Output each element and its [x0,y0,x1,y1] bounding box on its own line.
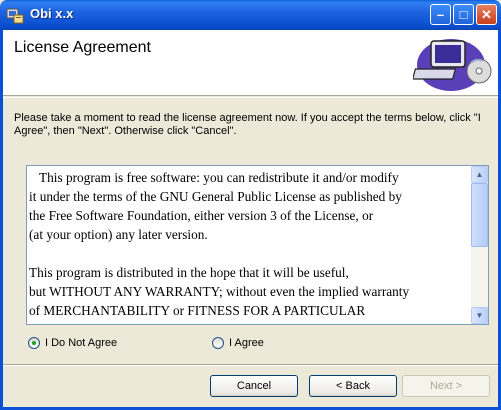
next-button[interactable]: Next > [402,375,490,397]
radio-label-agree[interactable]: I Agree [229,337,264,349]
scroll-up-arrow-icon[interactable]: ▲ [471,166,488,183]
button-separator [3,364,498,366]
computer-cd-icon [413,39,492,91]
radio-button[interactable] [28,337,40,349]
license-textbox[interactable]: This program is free software: you can r… [26,165,489,325]
scroll-down-arrow-icon[interactable]: ▼ [471,307,488,324]
maximize-button[interactable]: □ [453,4,474,25]
scroll-thumb[interactable] [471,183,488,247]
back-button[interactable]: < Back [309,375,397,397]
header-band: License Agreement [3,30,498,96]
installer-app-icon [6,8,24,24]
cancel-button[interactable]: Cancel [210,375,298,397]
header-divider [3,97,498,98]
radio-selected-dot [32,341,36,345]
license-text: This program is free software: you can r… [29,170,410,318]
minimize-button[interactable]: – [430,4,451,25]
window-title: Obi x.x [30,6,74,21]
license-scrollbar[interactable]: ▲ ▼ [471,166,488,324]
instructions-text: Please take a moment to read the license… [14,112,481,137]
close-button[interactable]: ✕ [476,4,497,25]
page-title: License Agreement [14,39,151,56]
radio-button[interactable] [212,337,224,349]
title-bar[interactable]: Obi x.x – □ ✕ [0,0,501,30]
radio-label-do-not-agree[interactable]: I Do Not Agree [45,337,117,349]
